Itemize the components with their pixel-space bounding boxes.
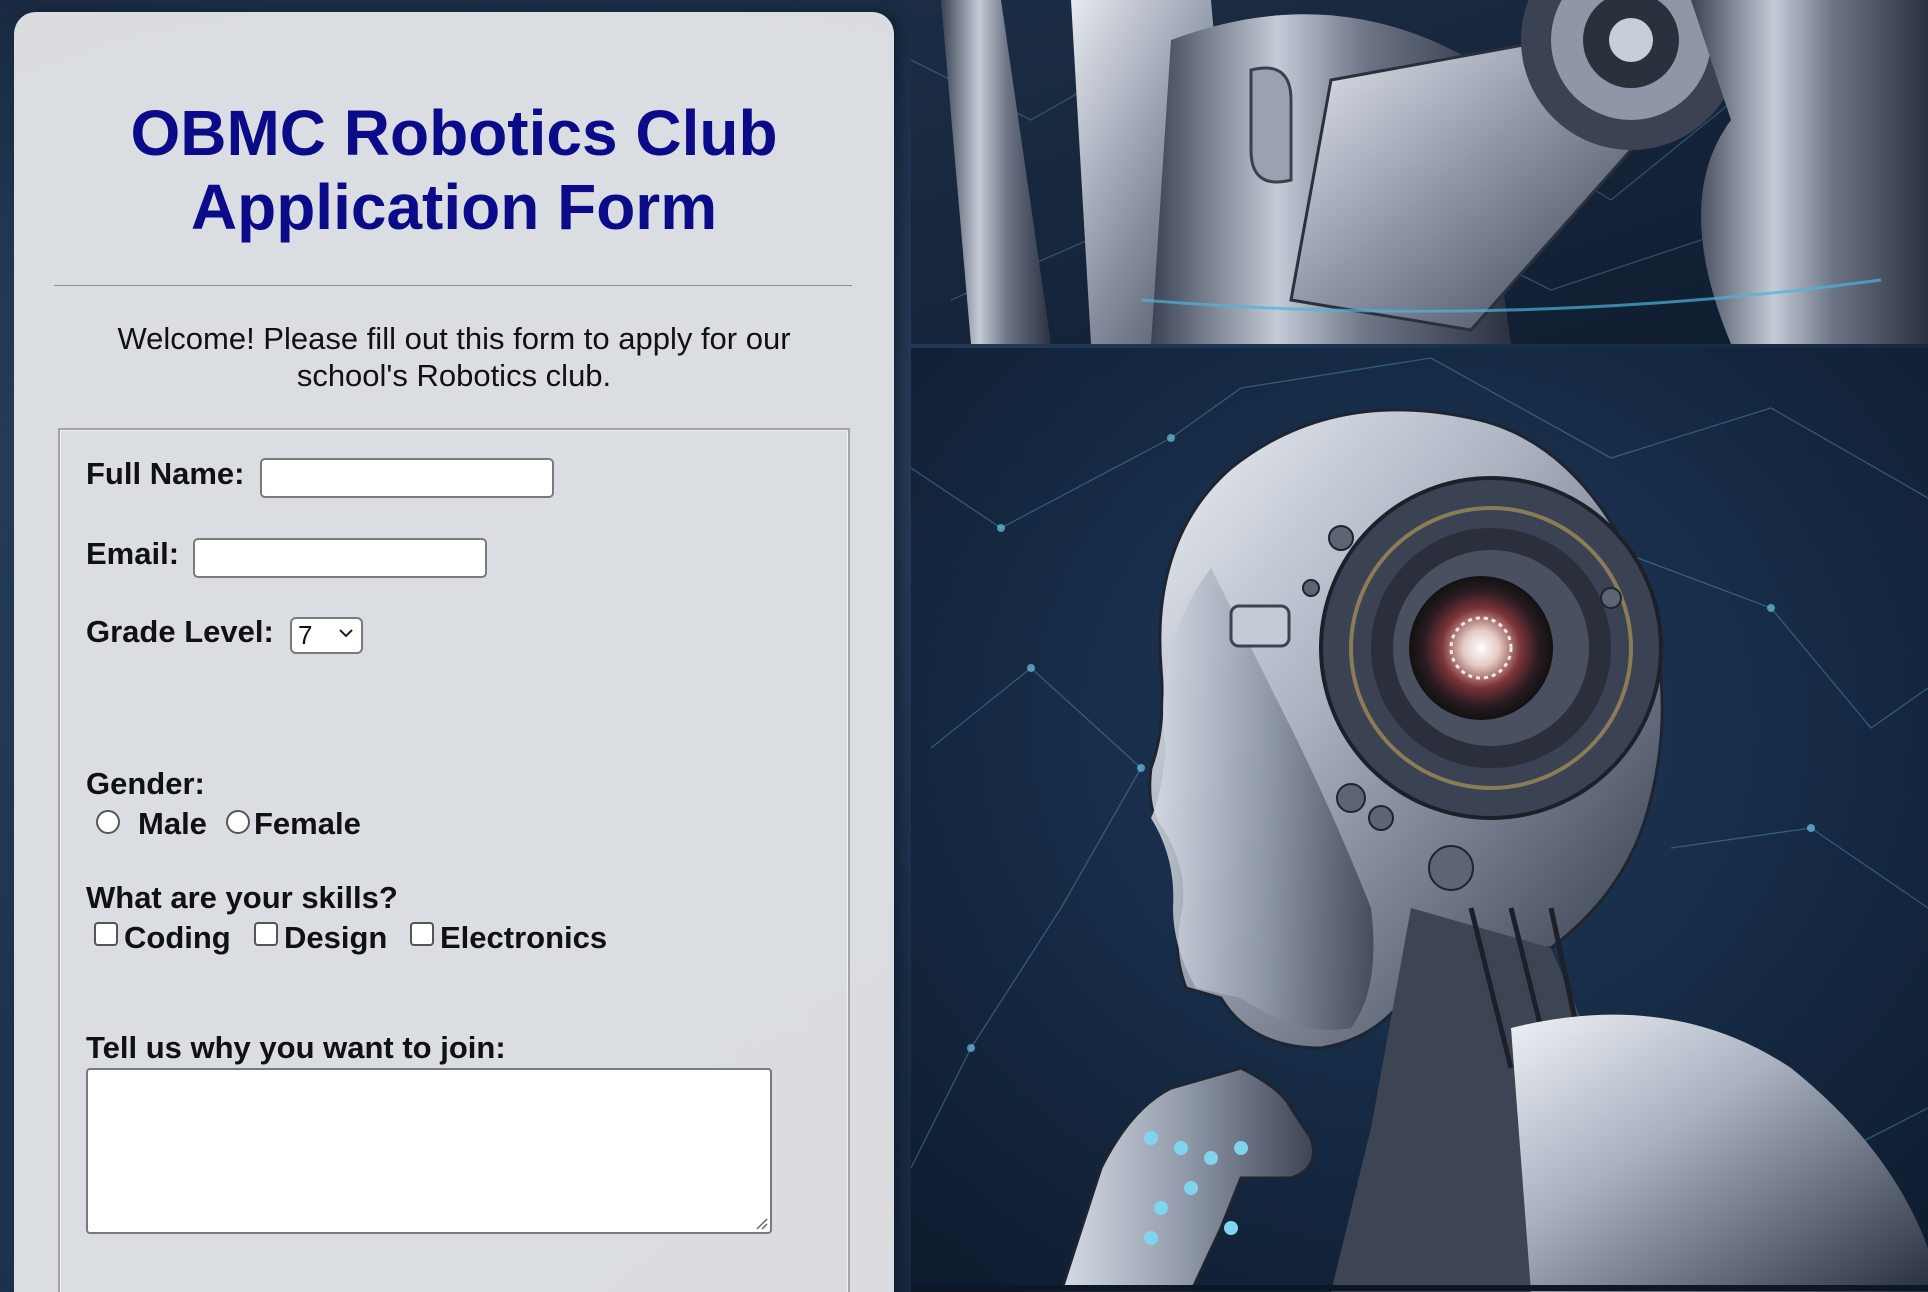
skill-electronics-checkbox[interactable]: [410, 922, 434, 946]
gender-female-label: Female: [254, 806, 361, 841]
thinking-robot-image: [911, 348, 1928, 1292]
skill-electronics-label: Electronics: [440, 920, 608, 955]
robot-arm-image: [911, 0, 1928, 344]
why-join-label: Tell us why you want to join:: [86, 1030, 506, 1065]
welcome-text-line-2: school's Robotics club.: [296, 358, 612, 393]
resize-grip-icon[interactable]: [754, 1216, 768, 1230]
skill-design-checkbox[interactable]: [254, 922, 278, 946]
welcome-text-line-1: Welcome! Please fill out this form to ap…: [117, 321, 791, 356]
chevron-down-icon: [339, 629, 353, 638]
grade-level-label: Grade Level:: [86, 614, 274, 649]
full-name-input[interactable]: [260, 458, 554, 498]
skill-coding-label: Coding: [124, 920, 231, 955]
form-title-line-2: Application Form: [190, 171, 718, 243]
skill-coding-checkbox[interactable]: [94, 922, 118, 946]
email-label: Email:: [86, 536, 180, 571]
gender-male-label: Male: [138, 806, 207, 841]
welcome-text: Welcome! Please fill out this form to ap…: [74, 320, 834, 394]
skill-design-label: Design: [284, 920, 388, 955]
gender-label: Gender:: [86, 766, 205, 801]
title-divider: [54, 285, 852, 286]
full-name-label: Full Name:: [86, 456, 245, 491]
gender-female-radio[interactable]: [226, 810, 250, 834]
email-input[interactable]: [193, 538, 487, 578]
grade-level-value: 7: [298, 620, 313, 650]
gender-male-radio[interactable]: [96, 810, 120, 834]
form-title: OBMC Robotics Club Application Form: [14, 96, 894, 244]
why-join-textarea[interactable]: [86, 1068, 772, 1234]
form-fieldset: Full Name: Email: Grade Level: 7 Gender:…: [58, 428, 850, 1292]
skills-label: What are your skills?: [86, 880, 398, 915]
form-title-line-1: OBMC Robotics Club: [130, 97, 778, 169]
application-form-panel: OBMC Robotics Club Application Form Welc…: [14, 12, 894, 1292]
grade-level-select[interactable]: 7: [290, 617, 363, 654]
